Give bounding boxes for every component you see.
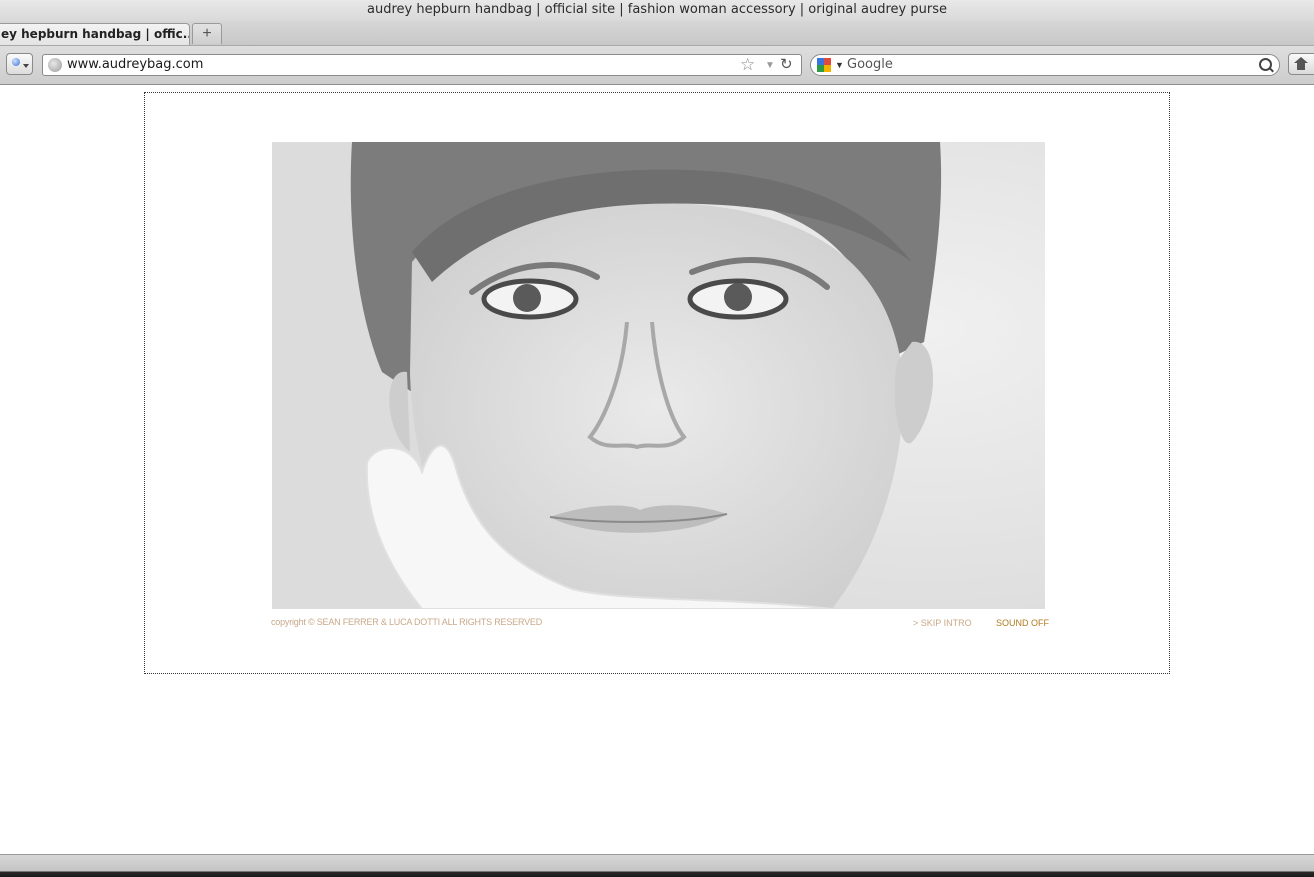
status-bar (0, 854, 1314, 877)
identity-globe-icon (12, 58, 20, 66)
portrait-illustration (272, 142, 1045, 609)
window-title-bar: audrey hepburn handbag | official site |… (0, 0, 1314, 21)
home-button[interactable] (1288, 53, 1314, 75)
new-tab-button[interactable]: + (192, 23, 222, 44)
search-bar[interactable]: ▼ Google (810, 54, 1280, 76)
navigation-toolbar: www.audreybag.com ☆ ▼ ↻ ▼ Google (0, 46, 1314, 85)
page-content: copyright © SEAN FERRER & LUCA DOTTI ALL… (0, 85, 1314, 854)
history-dropdown-icon[interactable]: ▼ (765, 55, 775, 76)
address-bar[interactable]: www.audreybag.com ☆ ▼ ↻ (42, 54, 802, 76)
window-title: audrey hepburn handbag | official site |… (367, 2, 947, 17)
plus-icon: + (202, 25, 212, 42)
home-icon-body (1297, 63, 1305, 70)
site-identity-button[interactable] (6, 53, 33, 75)
google-engine-icon[interactable] (817, 58, 831, 72)
engine-dropdown-icon[interactable]: ▼ (835, 55, 844, 76)
tab-strip: ey hepburn handbag | offic... + (0, 21, 1314, 46)
search-icon[interactable] (1259, 58, 1272, 71)
sound-off-link[interactable]: SOUND OFF (996, 618, 1049, 628)
skip-intro-link[interactable]: > SKIP INTRO (913, 618, 972, 628)
url-text[interactable]: www.audreybag.com (67, 55, 203, 75)
hero-portrait-photo (272, 142, 1045, 609)
globe-icon (48, 58, 62, 72)
tab-audreybag[interactable]: ey hepburn handbag | offic... (0, 23, 190, 45)
tab-label: ey hepburn handbag | offic... (1, 27, 190, 41)
reload-icon[interactable]: ↻ (780, 55, 793, 75)
search-input[interactable]: Google (847, 55, 893, 75)
intro-frame: copyright © SEAN FERRER & LUCA DOTTI ALL… (144, 92, 1170, 674)
copyright-notice: copyright © SEAN FERRER & LUCA DOTTI ALL… (271, 617, 543, 627)
chevron-down-icon (23, 64, 29, 68)
bookmark-star-icon[interactable]: ☆ (740, 55, 755, 75)
